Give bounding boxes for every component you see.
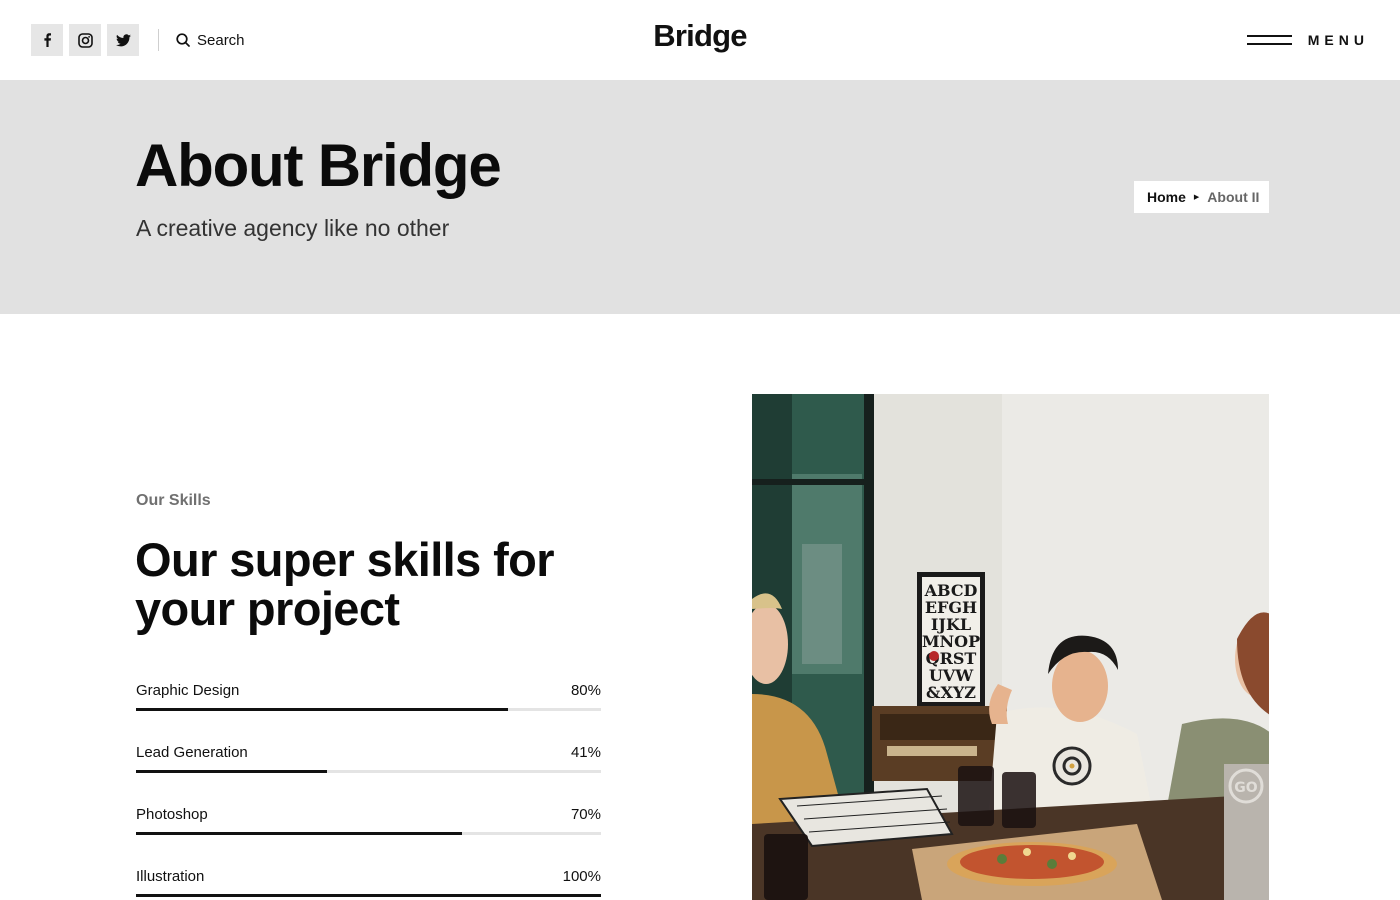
skills-eyebrow: Our Skills (136, 492, 211, 509)
skill-progress-fill (136, 832, 462, 835)
skill-progress-track (136, 894, 601, 897)
site-logo[interactable]: Bridge (0, 18, 1400, 54)
skill-lead-generation: Lead Generation 41% (136, 744, 601, 774)
caret-right-icon: ▶ (1193, 194, 1200, 201)
breadcrumb-current: About II (1207, 189, 1260, 205)
page-subtitle: A creative agency like no other (136, 215, 450, 241)
skill-label: Illustration (136, 868, 205, 885)
skill-progress-track (136, 770, 601, 773)
skill-label: Graphic Design (136, 682, 240, 699)
breadcrumb: Home ▶ About II (1134, 181, 1269, 213)
skill-graphic-design: Graphic Design 80% (136, 682, 601, 712)
skill-label: Photoshop (136, 806, 208, 823)
skill-label: Lead Generation (136, 744, 248, 761)
hamburger-icon (1246, 35, 1292, 45)
page-title-banner: About Bridge A creative agency like no o… (0, 80, 1400, 314)
skill-percent: 41% (570, 744, 601, 761)
skill-photoshop: Photoshop 70% (136, 806, 601, 836)
skill-percent: 70% (570, 806, 601, 823)
menu-label: MENU (1307, 32, 1369, 48)
page-title: About Bridge (135, 132, 502, 199)
skills-heading: Our super skills for your project (135, 533, 555, 635)
breadcrumb-home-link[interactable]: Home (1147, 189, 1186, 205)
skill-percent: 80% (570, 682, 601, 699)
skill-progress-track (136, 708, 601, 711)
menu-button[interactable]: MENU (1246, 28, 1369, 52)
skill-illustration: Illustration 100% (136, 868, 601, 898)
cup-mark: GO (1234, 780, 1257, 796)
skill-progress-track (136, 832, 601, 835)
skill-progress-fill (136, 894, 601, 897)
skill-percent: 100% (562, 868, 601, 885)
team-photo: ABCD EFGH IJKL MNOP QRST UVW &XYZ GO (752, 394, 1269, 900)
skill-progress-fill (136, 770, 327, 773)
site-header: Search Bridge MENU (0, 0, 1400, 80)
poster-text: &XYZ (926, 683, 976, 702)
skill-progress-fill (136, 708, 508, 711)
